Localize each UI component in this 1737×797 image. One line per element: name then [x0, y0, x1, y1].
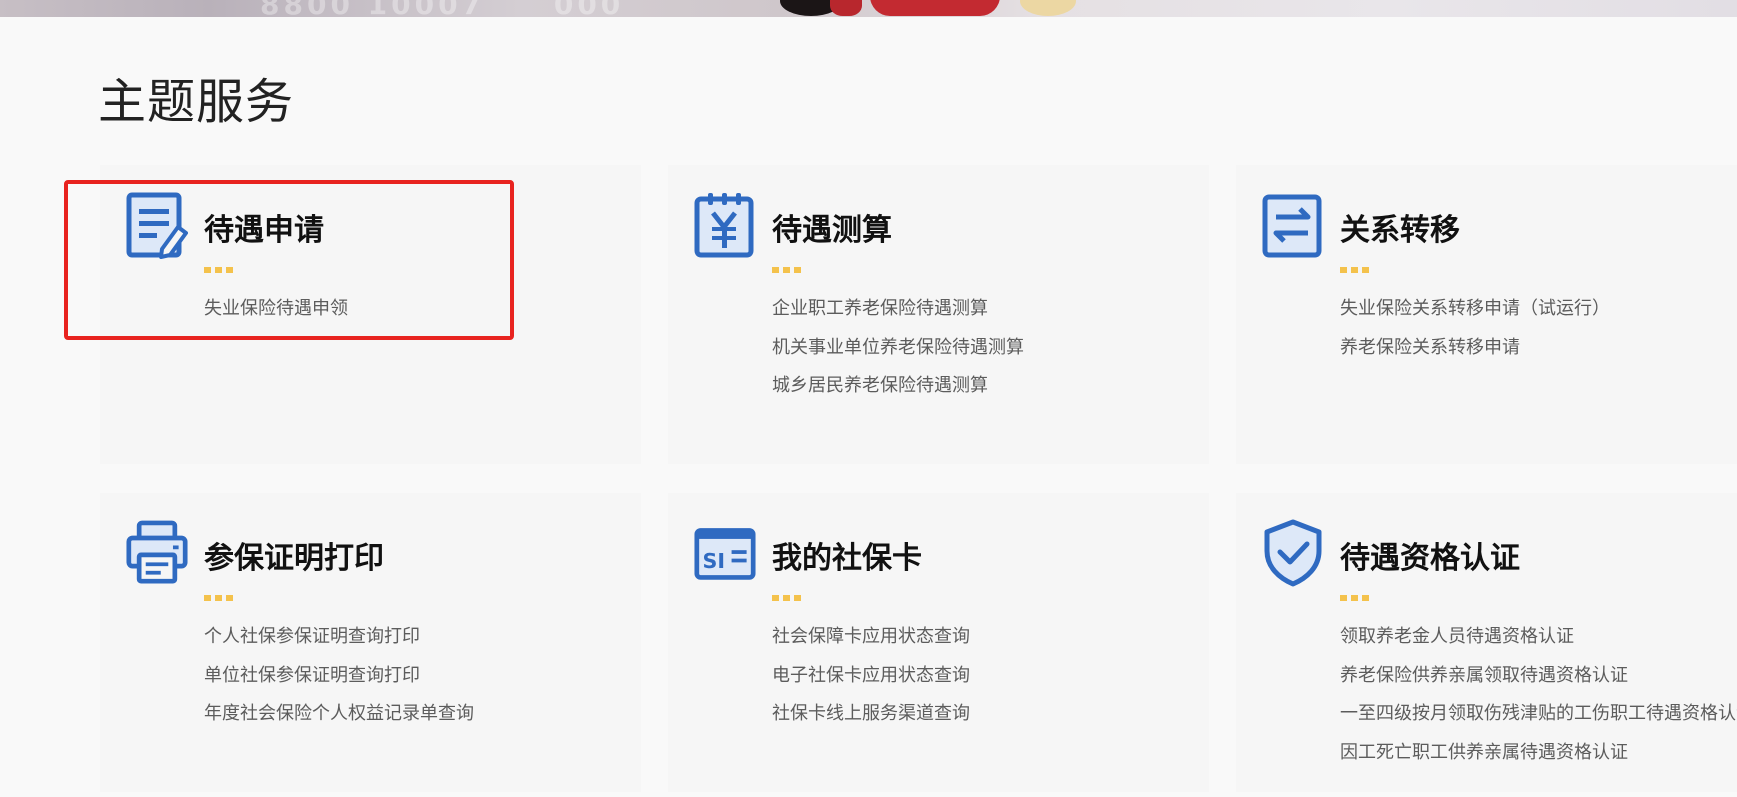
decorative-dots	[1340, 586, 1373, 601]
card-title[interactable]: 参保证明打印	[204, 533, 384, 577]
highlight-annotation-box	[64, 180, 514, 340]
service-card-insurance-certificate-print: 参保证明打印 个人社保参保证明查询打印 单位社保参保证明查询打印 年度社会保险个…	[100, 493, 641, 792]
decorative-dots	[1340, 258, 1373, 273]
card-title[interactable]: 我的社保卡	[772, 533, 922, 577]
service-link[interactable]: 一至四级按月领取伤残津贴的工伤职工待遇资格认证	[1340, 703, 1737, 742]
service-card-benefit-qualification-certification: 待遇资格认证 领取养老金人员待遇资格认证 养老保险供养亲属领取待遇资格认证 一至…	[1236, 493, 1737, 792]
service-card-benefit-calculation: 待遇测算 企业职工养老保险待遇测算 机关事业单位养老保险待遇测算 城乡居民养老保…	[668, 165, 1209, 464]
service-link[interactable]: 因工死亡职工供养亲属待遇资格认证	[1340, 742, 1737, 781]
service-link[interactable]: 个人社保参保证明查询打印	[204, 626, 474, 665]
shield-check-icon	[1264, 519, 1322, 587]
calendar-yuan-icon	[694, 193, 754, 258]
service-link[interactable]: 年度社会保险个人权益记录单查询	[204, 703, 474, 742]
service-link[interactable]: 失业保险关系转移申请（试运行）	[1340, 298, 1610, 337]
top-banner-image: 8800 10007 000	[0, 0, 1737, 17]
decorative-dots	[772, 258, 805, 273]
service-link[interactable]: 领取养老金人员待遇资格认证	[1340, 626, 1737, 665]
svg-text:SI: SI	[702, 549, 725, 573]
decorative-dots	[204, 586, 237, 601]
service-link[interactable]: 单位社保参保证明查询打印	[204, 665, 474, 704]
si-card-icon: SI	[694, 528, 756, 580]
service-link[interactable]: 企业职工养老保险待遇测算	[772, 298, 1024, 337]
decorative-dots	[772, 586, 805, 601]
service-link[interactable]: 城乡居民养老保险待遇测算	[772, 375, 1024, 414]
service-link[interactable]: 电子社保卡应用状态查询	[772, 665, 970, 704]
transfer-arrows-icon	[1262, 194, 1322, 258]
service-link[interactable]: 社保卡线上服务渠道查询	[772, 703, 970, 742]
service-link[interactable]: 机关事业单位养老保险待遇测算	[772, 337, 1024, 376]
service-link[interactable]: 社会保障卡应用状态查询	[772, 626, 970, 665]
service-link[interactable]: 养老保险关系转移申请	[1340, 337, 1610, 376]
card-title[interactable]: 关系转移	[1340, 205, 1460, 249]
service-card-my-social-security-card: SI 我的社保卡 社会保障卡应用状态查询 电子社保卡应用状态查询 社保卡线上服务…	[668, 493, 1209, 792]
printer-icon	[126, 520, 188, 584]
card-title[interactable]: 待遇资格认证	[1340, 533, 1520, 577]
service-link[interactable]: 养老保险供养亲属领取待遇资格认证	[1340, 665, 1737, 704]
card-title[interactable]: 待遇测算	[772, 205, 892, 249]
section-title: 主题服务	[98, 74, 295, 130]
service-card-relation-transfer: 关系转移 失业保险关系转移申请（试运行） 养老保险关系转移申请	[1236, 165, 1737, 464]
